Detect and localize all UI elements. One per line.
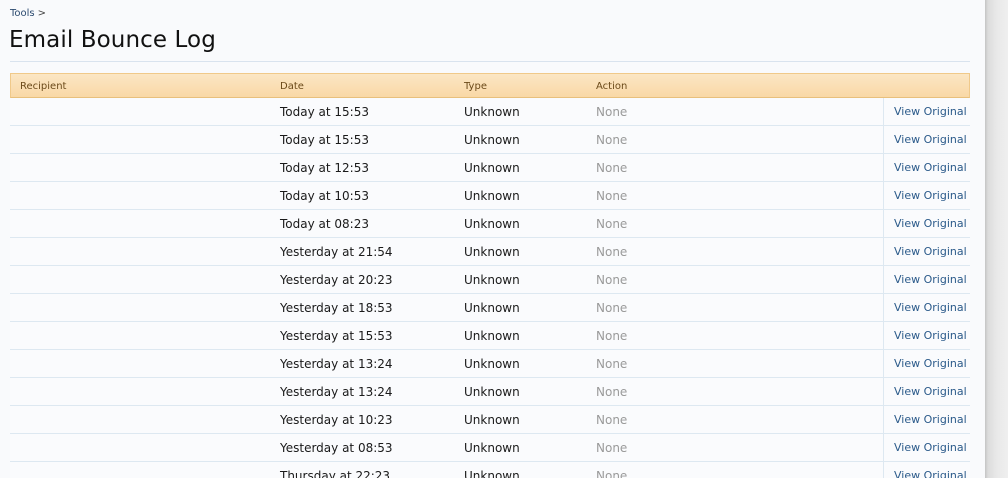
cell-action: None: [596, 441, 628, 455]
breadcrumb: Tools >: [10, 8, 46, 19]
cell-date: Thursday at 22:23: [280, 469, 391, 478]
table-row: Yesterday at 13:24 Unknown None View Origin…: [10, 350, 970, 378]
cell-date: Yesterday at 18:53: [280, 301, 393, 315]
cell-view-original: View Original: [883, 238, 970, 265]
bounce-log-table: Recipient Date Type Action Today at 15:5…: [10, 73, 970, 478]
cell-type: Unknown: [464, 301, 520, 315]
cell-action: None: [596, 301, 628, 315]
cell-date: Yesterday at 13:24: [280, 385, 393, 399]
cell-view-original: View Original: [883, 98, 970, 125]
table-row: Yesterday at 15:53 Unknown None View Origin…: [10, 322, 970, 350]
cell-view-original: View Original: [883, 266, 970, 293]
cell-action: None: [596, 161, 628, 175]
cell-date: Yesterday at 21:54: [280, 245, 393, 259]
cell-action: None: [596, 105, 628, 119]
view-original-link[interactable]: View Original: [894, 469, 967, 478]
table-row: Today at 15:53 Unknown None View Original: [10, 126, 970, 154]
view-original-link[interactable]: View Original: [894, 133, 967, 146]
table-header-row: Recipient Date Type Action: [10, 73, 970, 98]
breadcrumb-separator: >: [37, 8, 47, 19]
view-original-link[interactable]: View Original: [894, 189, 967, 202]
cell-view-original: View Original: [883, 182, 970, 209]
cell-type: Unknown: [464, 469, 520, 478]
cell-view-original: View Original: [883, 350, 970, 377]
view-original-link[interactable]: View Original: [894, 329, 967, 342]
cell-date: Yesterday at 13:24: [280, 357, 393, 371]
table-row: Yesterday at 13:24 Unknown None View Origin…: [10, 378, 970, 406]
cell-type: Unknown: [464, 105, 520, 119]
window-edge: [985, 0, 1008, 478]
view-original-link[interactable]: View Original: [894, 413, 967, 426]
cell-type: Unknown: [464, 329, 520, 343]
cell-action: None: [596, 189, 628, 203]
cell-type: Unknown: [464, 189, 520, 203]
cell-view-original: View Original: [883, 126, 970, 153]
cell-view-original: View Original: [883, 210, 970, 237]
table-row: Today at 12:53 Unknown None View Original: [10, 154, 970, 182]
header-action: Action: [596, 81, 628, 92]
header-type: Type: [464, 81, 487, 92]
cell-date: Yesterday at 15:53: [280, 329, 393, 343]
view-original-link[interactable]: View Original: [894, 217, 967, 230]
table-body: Today at 15:53 Unknown None View Original To…: [10, 98, 970, 478]
cell-type: Unknown: [464, 357, 520, 371]
cell-date: Today at 08:23: [280, 217, 369, 231]
view-original-link[interactable]: View Original: [894, 357, 967, 370]
table-row: Today at 08:23 Unknown None View Original: [10, 210, 970, 238]
table-row: Today at 10:53 Unknown None View Original: [10, 182, 970, 210]
view-original-link[interactable]: View Original: [894, 105, 967, 118]
cell-action: None: [596, 357, 628, 371]
cell-view-original: View Original: [883, 462, 970, 478]
cell-action: None: [596, 273, 628, 287]
cell-action: None: [596, 385, 628, 399]
cell-type: Unknown: [464, 413, 520, 427]
table-row: Yesterday at 21:54 Unknown None View Origin…: [10, 238, 970, 266]
table-row: Yesterday at 20:23 Unknown None View Origin…: [10, 266, 970, 294]
page-title: Email Bounce Log: [9, 27, 216, 53]
view-original-link[interactable]: View Original: [894, 273, 967, 286]
cell-type: Unknown: [464, 133, 520, 147]
cell-view-original: View Original: [883, 322, 970, 349]
cell-date: Today at 15:53: [280, 133, 369, 147]
view-original-link[interactable]: View Original: [894, 385, 967, 398]
view-original-link[interactable]: View Original: [894, 301, 967, 314]
cell-action: None: [596, 245, 628, 259]
table-row: Yesterday at 08:53 Unknown None View Origin…: [10, 434, 970, 462]
view-original-link[interactable]: View Original: [894, 161, 967, 174]
cell-date: Today at 12:53: [280, 161, 369, 175]
table-row: Today at 15:53 Unknown None View Original: [10, 98, 970, 126]
cell-date: Yesterday at 10:23: [280, 413, 393, 427]
header-date: Date: [280, 81, 304, 92]
cell-action: None: [596, 469, 628, 478]
table-row: Thursday at 22:23 Unknown None View Origina…: [10, 462, 970, 478]
cell-type: Unknown: [464, 161, 520, 175]
cell-type: Unknown: [464, 385, 520, 399]
cell-type: Unknown: [464, 245, 520, 259]
cell-action: None: [596, 413, 628, 427]
cell-view-original: View Original: [883, 434, 970, 461]
view-original-link[interactable]: View Original: [894, 441, 967, 454]
cell-type: Unknown: [464, 441, 520, 455]
title-divider: [10, 61, 970, 62]
cell-date: Today at 10:53: [280, 189, 369, 203]
cell-type: Unknown: [464, 217, 520, 231]
table-row: Yesterday at 18:53 Unknown None View Origin…: [10, 294, 970, 322]
breadcrumb-tools-link[interactable]: Tools: [10, 8, 35, 19]
cell-date: Today at 15:53: [280, 105, 369, 119]
cell-date: Yesterday at 20:23: [280, 273, 393, 287]
cell-action: None: [596, 133, 628, 147]
content-panel: Tools > Email Bounce Log Recipient Date T…: [0, 0, 985, 478]
table-row: Yesterday at 10:23 Unknown None View Origin…: [10, 406, 970, 434]
cell-type: Unknown: [464, 273, 520, 287]
cell-view-original: View Original: [883, 378, 970, 405]
header-recipient: Recipient: [20, 81, 67, 92]
cell-view-original: View Original: [883, 154, 970, 181]
cell-view-original: View Original: [883, 406, 970, 433]
cell-action: None: [596, 329, 628, 343]
cell-view-original: View Original: [883, 294, 970, 321]
cell-action: None: [596, 217, 628, 231]
cell-date: Yesterday at 08:53: [280, 441, 393, 455]
view-original-link[interactable]: View Original: [894, 245, 967, 258]
